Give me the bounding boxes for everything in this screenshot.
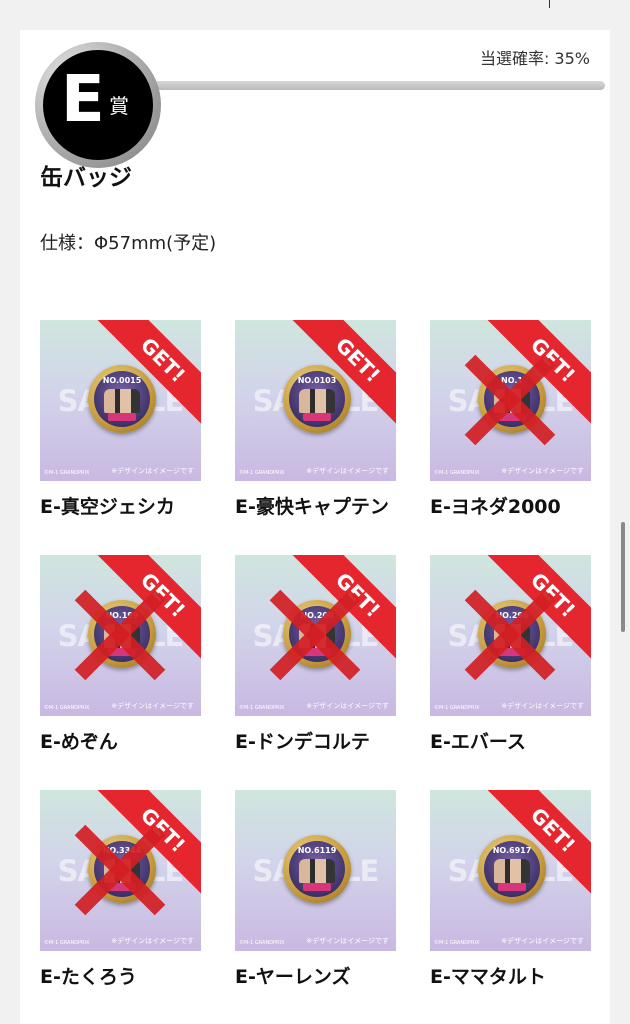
prize-item[interactable]: SAMPLENO.3344©M-1 GRANDPRIX※デザインはイメージですG… xyxy=(40,790,202,988)
item-thumbnail[interactable]: SAMPLENO.0103©M-1 GRANDPRIX※デザインはイメージですG… xyxy=(235,320,396,481)
item-label[interactable]: E-たくろう xyxy=(40,962,137,989)
can-badge-image: NO.6917 xyxy=(478,835,546,903)
page: E 賞 当選確率: 35% 缶バッジ 仕様：Φ57mm(予定) SAMPLENO… xyxy=(0,0,630,1024)
prize-spec: 仕様：Φ57mm(予定) xyxy=(40,233,217,254)
item-thumbnail[interactable]: SAMPLENO.3344©M-1 GRANDPRIX※デザインはイメージですG… xyxy=(40,790,201,951)
item-label[interactable]: E-めぞん xyxy=(40,727,118,754)
cross-mark-icon xyxy=(269,589,361,681)
can-badge-logo xyxy=(108,413,136,421)
prize-kanji: 賞 xyxy=(109,94,129,118)
copyright-text: ©M-1 GRANDPRIX xyxy=(44,705,90,711)
design-note: ※デザインはイメージです xyxy=(111,937,194,945)
item-thumbnail[interactable]: SAMPLENO.0015©M-1 GRANDPRIX※デザインはイメージですG… xyxy=(40,320,201,481)
item-label[interactable]: E-ドンデコルテ xyxy=(235,727,370,754)
prize-item[interactable]: SAMPLENO.1©M-1 GRANDPRIX※デザインはイメージですGET!… xyxy=(430,320,592,518)
item-label[interactable]: E-ヨネダ2000 xyxy=(430,492,561,519)
cross-mark-icon xyxy=(74,824,166,916)
can-badge-face: NO.6119 xyxy=(289,841,345,897)
can-badge-photo xyxy=(299,389,335,413)
copyright-text: ©M-1 GRANDPRIX xyxy=(434,705,480,711)
copyright-text: ©M-1 GRANDPRIX xyxy=(434,940,480,946)
can-badge-logo xyxy=(303,883,331,891)
can-badge-face: NO.0103 xyxy=(289,371,345,427)
design-note: ※デザインはイメージです xyxy=(306,467,389,475)
prize-item[interactable]: SAMPLENO.200©M-1 GRANDPRIX※デザインはイメージですGE… xyxy=(235,555,397,753)
top-strip xyxy=(0,0,630,30)
can-badge-number: NO.0015 xyxy=(102,376,142,385)
copyright-text: ©M-1 GRANDPRIX xyxy=(434,470,480,476)
cross-mark-icon xyxy=(74,589,166,681)
prize-letter: E xyxy=(61,63,105,137)
can-badge-photo xyxy=(299,859,335,883)
item-label[interactable]: E-ママタルト xyxy=(430,962,546,989)
item-label[interactable]: E-真空ジェシカ xyxy=(40,492,175,519)
win-rate-bar xyxy=(130,81,605,90)
can-badge-number: NO.0103 xyxy=(297,376,337,385)
can-badge-logo xyxy=(303,413,331,421)
prize-item[interactable]: SAMPLENO.199©M-1 GRANDPRIX※デザインはイメージですGE… xyxy=(40,555,202,753)
design-note: ※デザインはイメージです xyxy=(111,467,194,475)
prize-item[interactable]: SAMPLENO.6119©M-1 GRANDPRIX※デザインはイメージですE… xyxy=(235,790,397,988)
prize-item[interactable]: SAMPLENO.296©M-1 GRANDPRIX※デザインはイメージですGE… xyxy=(430,555,592,753)
design-note: ※デザインはイメージです xyxy=(306,937,389,945)
scrollbar[interactable] xyxy=(621,522,625,632)
item-thumbnail[interactable]: SAMPLENO.296©M-1 GRANDPRIX※デザインはイメージですGE… xyxy=(430,555,591,716)
item-thumbnail[interactable]: SAMPLENO.6119©M-1 GRANDPRIX※デザインはイメージです xyxy=(235,790,396,951)
prize-badge: E 賞 xyxy=(35,42,161,168)
design-note: ※デザインはイメージです xyxy=(501,467,584,475)
prize-item[interactable]: SAMPLENO.6917©M-1 GRANDPRIX※デザインはイメージですG… xyxy=(430,790,592,988)
copyright-text: ©M-1 GRANDPRIX xyxy=(239,705,285,711)
can-badge-face: NO.6917 xyxy=(484,841,540,897)
cross-mark-icon xyxy=(464,354,556,446)
item-label[interactable]: E-豪快キャプテン xyxy=(235,492,389,519)
can-badge-photo xyxy=(494,859,530,883)
design-note: ※デザインはイメージです xyxy=(501,702,584,710)
prize-item[interactable]: SAMPLENO.0015©M-1 GRANDPRIX※デザインはイメージですG… xyxy=(40,320,202,518)
item-label[interactable]: E-エバース xyxy=(430,727,526,754)
copyright-text: ©M-1 GRANDPRIX xyxy=(44,940,90,946)
prize-item[interactable]: SAMPLENO.0103©M-1 GRANDPRIX※デザインはイメージですG… xyxy=(235,320,397,518)
design-note: ※デザインはイメージです xyxy=(111,702,194,710)
item-label[interactable]: E-ヤーレンズ xyxy=(235,962,351,989)
copyright-text: ©M-1 GRANDPRIX xyxy=(239,940,285,946)
cross-mark-icon xyxy=(464,589,556,681)
top-strip-mark xyxy=(549,0,550,8)
design-note: ※デザインはイメージです xyxy=(501,937,584,945)
item-thumbnail[interactable]: SAMPLENO.200©M-1 GRANDPRIX※デザインはイメージですGE… xyxy=(235,555,396,716)
prize-badge-inner: E 賞 xyxy=(43,50,153,160)
item-thumbnail[interactable]: SAMPLENO.6917©M-1 GRANDPRIX※デザインはイメージですG… xyxy=(430,790,591,951)
item-thumbnail[interactable]: SAMPLENO.1©M-1 GRANDPRIX※デザインはイメージですGET! xyxy=(430,320,591,481)
can-badge-image: NO.6119 xyxy=(283,835,351,903)
design-note: ※デザインはイメージです xyxy=(306,702,389,710)
copyright-text: ©M-1 GRANDPRIX xyxy=(239,470,285,476)
can-badge-image: NO.0015 xyxy=(88,365,156,433)
win-rate: 当選確率: 35% xyxy=(479,49,590,68)
item-thumbnail[interactable]: SAMPLENO.199©M-1 GRANDPRIX※デザインはイメージですGE… xyxy=(40,555,201,716)
can-badge-number: NO.6917 xyxy=(492,846,532,855)
copyright-text: ©M-1 GRANDPRIX xyxy=(44,470,90,476)
can-badge-face: NO.0015 xyxy=(94,371,150,427)
prize-card: E 賞 当選確率: 35% 缶バッジ 仕様：Φ57mm(予定) SAMPLENO… xyxy=(20,30,610,1024)
can-badge-number: NO.6119 xyxy=(297,846,337,855)
can-badge-logo xyxy=(498,883,526,891)
can-badge-photo xyxy=(104,389,140,413)
can-badge-image: NO.0103 xyxy=(283,365,351,433)
